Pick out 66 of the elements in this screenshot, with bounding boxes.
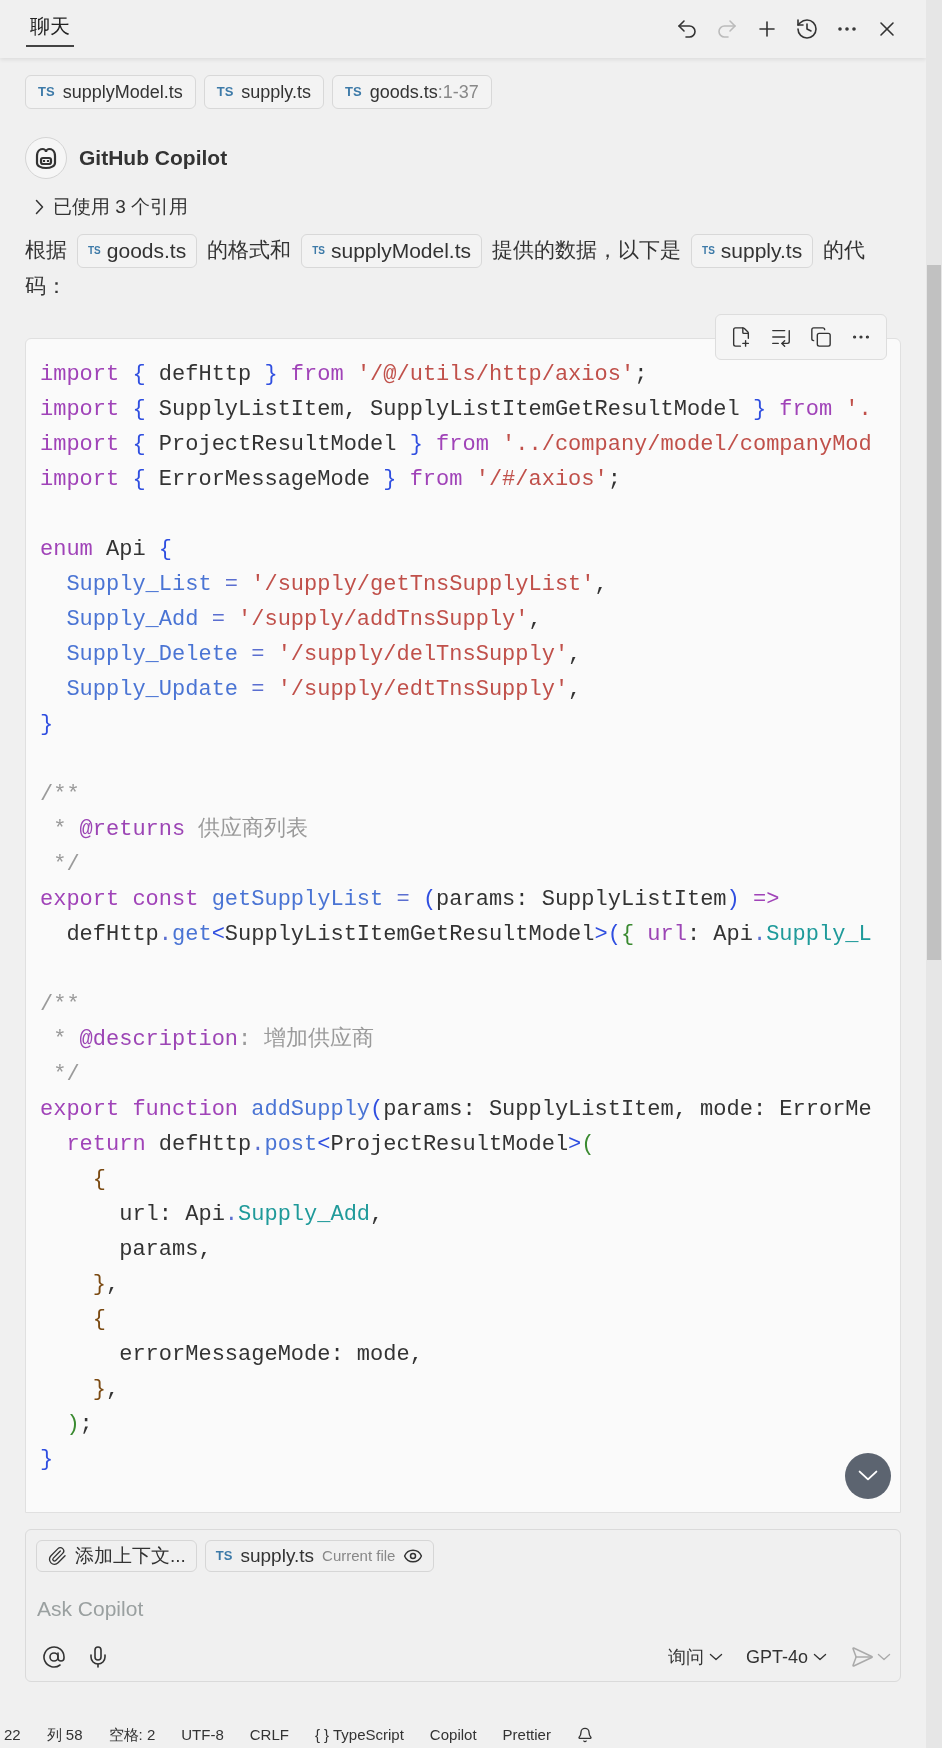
code-line: */ bbox=[52, 850, 80, 879]
chevron-down-icon bbox=[859, 1471, 877, 1481]
copy-icon[interactable] bbox=[810, 325, 832, 348]
code-line: defHttp.get<SupplyListItemGetResultModel>({ url: Api.Supply_L bbox=[65, 920, 872, 949]
code-line: Supply_List = '/supply/getTnsSupplyList', bbox=[65, 570, 608, 599]
code-line: /** bbox=[40, 990, 80, 1019]
code-line: } bbox=[40, 710, 54, 739]
code-line: /** bbox=[40, 780, 80, 809]
chevron-down-icon bbox=[814, 1654, 826, 1661]
code-line: ); bbox=[65, 1410, 93, 1439]
code-line: import { ErrorMessageMode } from '/#/axios'; bbox=[40, 465, 621, 494]
file-chip[interactable]: TS supplyModel.ts bbox=[301, 233, 483, 268]
status-item[interactable]: Prettier bbox=[502, 1723, 551, 1747]
code-line: */ bbox=[52, 1060, 80, 1089]
scrollbar-thumb[interactable] bbox=[927, 265, 941, 960]
code-line: Supply_Add = '/supply/addTnsSupply', bbox=[65, 605, 542, 634]
code-line: import { defHttp } from '/@/utils/http/axios'; bbox=[40, 360, 648, 389]
author-name: GitHub Copilot bbox=[79, 145, 228, 172]
code-line: import { SupplyListItem, SupplyListItemGetResultModel } from '. bbox=[40, 395, 872, 424]
add-context-button[interactable]: 添加上下文... bbox=[36, 1539, 197, 1572]
code-line: } bbox=[40, 1445, 54, 1474]
response-text: 根据 TS goods.ts 的格式和 TS supplyModel.ts 提供的数据，以下是 TS supply.ts 的代码： bbox=[0, 231, 926, 304]
bell-icon[interactable] bbox=[576, 1727, 593, 1743]
chevron-down-icon bbox=[709, 1654, 722, 1661]
status-item[interactable]: CRLF bbox=[249, 1723, 289, 1747]
code-line: { bbox=[91, 1165, 106, 1194]
code-line: import { ProjectResultModel } from '../company/model/companyMod bbox=[40, 430, 872, 459]
chevron-down-icon bbox=[878, 1654, 890, 1661]
status-item[interactable]: Copilot bbox=[429, 1723, 477, 1747]
code-line: params, bbox=[118, 1235, 212, 1264]
history-icon[interactable] bbox=[794, 16, 820, 42]
code-line: * @description: 增加供应商 bbox=[52, 1025, 375, 1054]
chevron-right-icon bbox=[36, 200, 43, 215]
file-chip[interactable]: TS supply.ts Current file bbox=[204, 1539, 435, 1572]
status-item[interactable]: 22 bbox=[4, 1723, 21, 1747]
file-chip[interactable]: TS supplyModel.ts bbox=[25, 75, 196, 109]
file-chip[interactable]: TS supply.ts bbox=[203, 75, 324, 109]
mode-dropdown[interactable]: 询问 bbox=[667, 1643, 722, 1671]
status-item[interactable]: { } TypeScript bbox=[314, 1723, 404, 1747]
status-item[interactable]: UTF-8 bbox=[181, 1723, 224, 1747]
copilot-logo-icon bbox=[33, 146, 59, 170]
code-line: Supply_Update = '/supply/edtTnsSupply', bbox=[65, 675, 582, 704]
file-chip[interactable]: TS supply.ts bbox=[691, 233, 814, 268]
file-chip[interactable]: TS goods.ts:1-37 bbox=[332, 75, 492, 109]
mention-icon[interactable] bbox=[42, 1645, 66, 1670]
chat-input[interactable]: Ask Copilot bbox=[36, 1591, 890, 1626]
code-line: }, bbox=[91, 1375, 120, 1404]
code-line: enum Api { bbox=[40, 535, 173, 564]
code-line: { bbox=[91, 1305, 106, 1334]
apply-icon[interactable] bbox=[730, 325, 752, 348]
references-toggle[interactable]: 已使用 3 个引用 bbox=[36, 193, 189, 222]
send-icon bbox=[850, 1645, 874, 1670]
code-line: errorMessageMode: mode, bbox=[118, 1340, 423, 1369]
status-item[interactable]: 空格: 2 bbox=[108, 1723, 156, 1747]
paperclip-icon bbox=[47, 1545, 67, 1566]
model-dropdown[interactable]: GPT-4o bbox=[745, 1643, 826, 1671]
code-line: }, bbox=[91, 1270, 120, 1299]
file-chip[interactable]: TS goods.ts bbox=[77, 233, 198, 268]
chat-tab[interactable]: 聊天 bbox=[26, 11, 74, 47]
code-line: Supply_Delete = '/supply/delTnsSupply', bbox=[65, 640, 582, 669]
code-line: url: Api.Supply_Add, bbox=[118, 1200, 384, 1229]
code-line: return defHttp.post<ProjectResultModel>( bbox=[65, 1130, 595, 1159]
status-item[interactable]: 列 58 bbox=[46, 1723, 83, 1747]
code-line: * @returns 供应商列表 bbox=[52, 815, 309, 844]
code-line: export const getSupplyList = (params: SupplyListItem) => bbox=[40, 885, 780, 914]
code-line: export function addSupply(params: SupplyListItem, mode: ErrorMe bbox=[40, 1095, 872, 1124]
